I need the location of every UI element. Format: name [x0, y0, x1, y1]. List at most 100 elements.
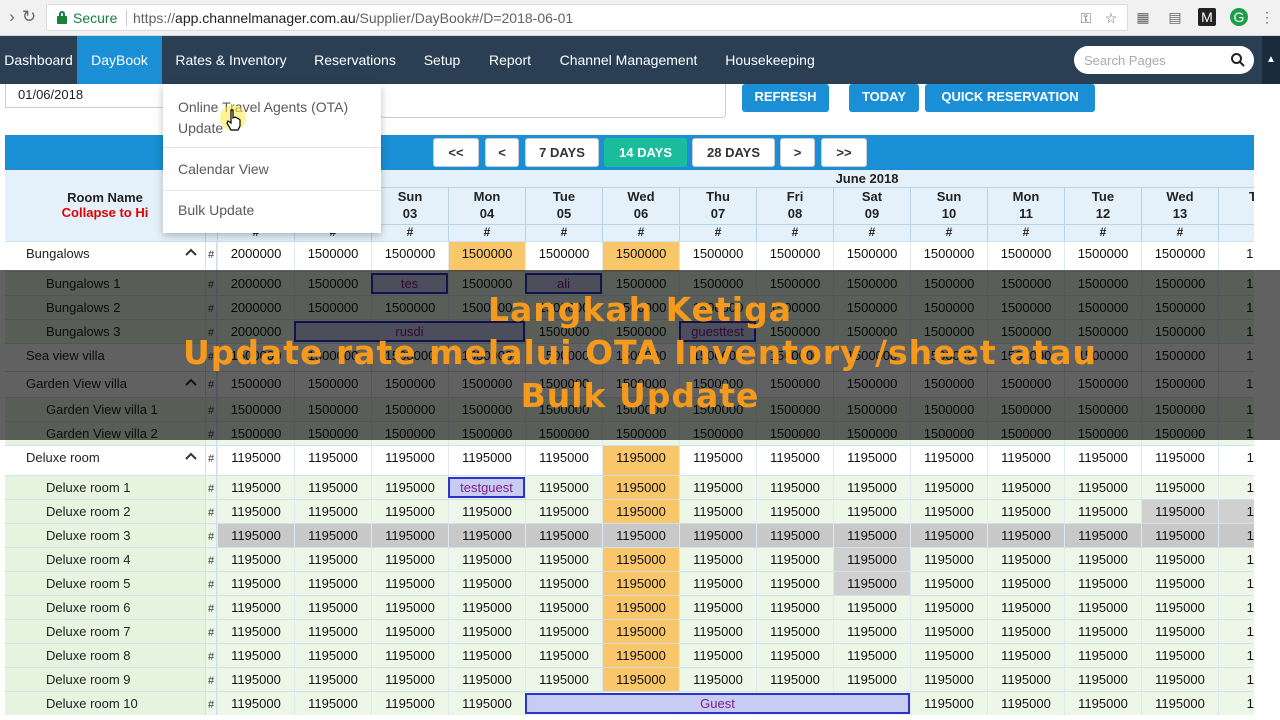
search-input[interactable] [1084, 50, 1224, 70]
rate-cell[interactable]: 1195000 [679, 476, 756, 499]
rate-cell[interactable]: 119 [1218, 692, 1254, 715]
rate-cell[interactable]: 1195000 [602, 524, 679, 547]
rate-cell[interactable]: 1195000 [1141, 644, 1218, 667]
rate-cell[interactable]: 1195000 [910, 668, 987, 691]
rate-cell[interactable]: 1195000 [1141, 620, 1218, 643]
rate-cell[interactable]: 1195000 [217, 500, 294, 523]
rate-cell[interactable]: 1195000 [217, 446, 294, 475]
reload-icon[interactable]: ↻ [17, 5, 41, 29]
rate-cell[interactable]: 1195000 [679, 548, 756, 571]
rate-cell[interactable]: 1195000 [679, 572, 756, 595]
rate-cell[interactable]: 1195000 [756, 596, 833, 619]
nav-scroll-arrow-icon[interactable]: ▲ [1262, 36, 1280, 84]
rate-cell[interactable]: 1195000 [371, 446, 448, 475]
extension-mail-icon[interactable]: M [1198, 8, 1216, 26]
rate-cell[interactable]: 1195000 [448, 668, 525, 691]
rate-cell[interactable]: 1195000 [1141, 692, 1218, 715]
seven-days-button[interactable]: 7 DAYS [525, 138, 599, 167]
rate-cell[interactable]: 1195000 [448, 524, 525, 547]
rate-cell[interactable]: 1195000 [833, 476, 910, 499]
extension-doc-icon[interactable]: ▤ [1166, 8, 1184, 26]
rate-cell[interactable]: 119 [1218, 500, 1254, 523]
rate-cell[interactable]: 1195000 [756, 572, 833, 595]
rate-cell[interactable]: 1195000 [910, 692, 987, 715]
rate-cell[interactable]: 150 [1218, 242, 1254, 271]
rate-cell[interactable]: 1195000 [679, 500, 756, 523]
rate-cell[interactable]: 1195000 [294, 476, 371, 499]
room-name-label[interactable]: Deluxe room 9 [46, 672, 131, 687]
fourteen-days-button[interactable]: 14 DAYS [604, 138, 687, 167]
rate-cell[interactable]: 1195000 [217, 524, 294, 547]
rate-cell[interactable]: 1195000 [525, 524, 602, 547]
rate-cell[interactable]: 1195000 [987, 620, 1064, 643]
rate-cell[interactable]: 1195000 [1141, 548, 1218, 571]
rate-cell[interactable]: 1195000 [448, 446, 525, 475]
nav-channel-management[interactable]: Channel Management [546, 36, 711, 84]
rate-cell[interactable]: 1195000 [1064, 500, 1141, 523]
menu-item-bulk-update[interactable]: Bulk Update [178, 200, 254, 221]
rate-cell[interactable]: 1195000 [602, 446, 679, 475]
rate-cell[interactable]: 1195000 [679, 644, 756, 667]
rate-cell[interactable]: 1195000 [525, 500, 602, 523]
rate-cell[interactable]: 1195000 [294, 524, 371, 547]
rate-cell[interactable]: 1195000 [910, 548, 987, 571]
rate-cell[interactable]: 1500000 [756, 242, 833, 271]
rate-cell[interactable]: 1195000 [1141, 476, 1218, 499]
rate-cell[interactable]: 1195000 [679, 446, 756, 475]
rate-cell[interactable]: 1500000 [371, 242, 448, 271]
rate-cell[interactable]: 1195000 [371, 524, 448, 547]
extension-qr-icon[interactable]: ▦ [1134, 8, 1152, 26]
rate-cell[interactable]: 1195000 [1141, 572, 1218, 595]
rate-cell[interactable]: 1195000 [294, 500, 371, 523]
rate-cell[interactable]: 1195000 [294, 596, 371, 619]
rate-cell[interactable]: 1195000 [371, 620, 448, 643]
room-name-label[interactable]: Deluxe room 1 [46, 480, 131, 495]
rate-cell[interactable]: 1195000 [525, 572, 602, 595]
rate-cell[interactable]: 1195000 [833, 500, 910, 523]
rate-cell[interactable]: 1195000 [525, 446, 602, 475]
rate-cell[interactable]: 119 [1218, 620, 1254, 643]
rate-cell[interactable]: 1195000 [371, 644, 448, 667]
rate-cell[interactable]: 1195000 [756, 524, 833, 547]
rate-cell[interactable]: 1195000 [1064, 446, 1141, 475]
rate-cell[interactable]: 1195000 [833, 548, 910, 571]
rate-cell[interactable]: 1195000 [217, 476, 294, 499]
rate-cell[interactable]: 1500000 [1141, 242, 1218, 271]
booking-block[interactable]: testguest [448, 477, 525, 498]
room-name-label[interactable]: Deluxe room 2 [46, 504, 131, 519]
nav-rates-inventory[interactable]: Rates & Inventory [162, 36, 300, 84]
extension-grammarly-icon[interactable]: G [1230, 8, 1248, 26]
rate-cell[interactable]: 1195000 [679, 668, 756, 691]
rate-cell[interactable]: 1195000 [910, 446, 987, 475]
rate-cell[interactable]: 1195000 [987, 548, 1064, 571]
rate-cell[interactable]: 1195000 [833, 644, 910, 667]
rate-cell[interactable]: 119 [1218, 524, 1254, 547]
nav-reservations[interactable]: Reservations [300, 36, 410, 84]
rate-cell[interactable]: 1195000 [294, 548, 371, 571]
url-text[interactable]: https://app.channelmanager.com.au/Suppli… [133, 10, 573, 26]
rate-cell[interactable]: 1195000 [987, 692, 1064, 715]
rate-cell[interactable]: 1195000 [910, 620, 987, 643]
rate-cell[interactable]: 1195000 [602, 644, 679, 667]
prev-page-button[interactable]: < [485, 138, 519, 167]
rate-cell[interactable]: 1195000 [217, 692, 294, 715]
rate-cell[interactable]: 1195000 [833, 620, 910, 643]
today-button[interactable]: TODAY [849, 84, 919, 112]
rate-cell[interactable]: 1195000 [833, 572, 910, 595]
rate-cell[interactable]: 1195000 [833, 668, 910, 691]
rate-cell[interactable]: 1195000 [602, 596, 679, 619]
first-page-button[interactable]: << [433, 138, 479, 167]
room-name-label[interactable]: Deluxe room 7 [46, 624, 131, 639]
nav-report[interactable]: Report [474, 36, 546, 84]
rate-cell[interactable]: 1195000 [217, 668, 294, 691]
rate-cell[interactable]: 119 [1218, 572, 1254, 595]
rate-cell[interactable]: 1195000 [910, 644, 987, 667]
rate-cell[interactable]: 1195000 [1141, 446, 1218, 475]
rate-cell[interactable]: 119 [1218, 596, 1254, 619]
rate-cell[interactable]: 1195000 [217, 572, 294, 595]
rate-cell[interactable]: 1195000 [448, 644, 525, 667]
rate-cell[interactable]: 1195000 [1141, 596, 1218, 619]
last-page-button[interactable]: >> [821, 138, 867, 167]
rate-cell[interactable]: 1195000 [525, 596, 602, 619]
rate-cell[interactable]: 1195000 [987, 476, 1064, 499]
